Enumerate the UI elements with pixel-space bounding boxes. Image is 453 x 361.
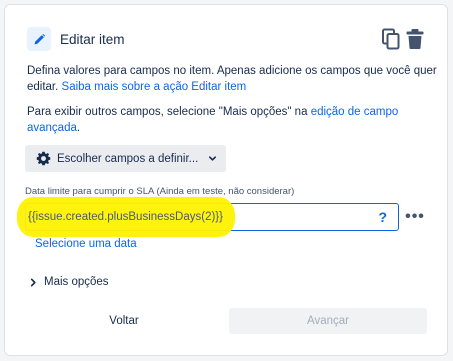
panel-title: Editar item	[60, 32, 125, 47]
pencil-icon	[27, 27, 51, 51]
choose-fields-button[interactable]: Escolher campos a definir...	[25, 145, 226, 172]
advanced-edit-suffix: .	[76, 122, 81, 134]
help-icon[interactable]: ?	[378, 209, 387, 225]
chevron-down-icon	[208, 154, 217, 163]
back-button[interactable]: Voltar	[25, 308, 223, 334]
copy-icon[interactable]	[381, 28, 401, 50]
sla-date-value: {{issue.created.plusBusinessDays(2)}}	[28, 211, 223, 223]
more-options-label: Mais opções	[44, 276, 109, 288]
more-actions-button[interactable]: •••	[404, 207, 426, 227]
advanced-edit-body: Para exibir outros campos, selecione "Ma…	[27, 106, 308, 118]
panel-header: Editar item	[27, 23, 429, 57]
advanced-edit-text: Para exibir outros campos, selecione "Ma…	[27, 104, 437, 136]
chevron-right-icon	[29, 278, 37, 287]
gear-icon	[36, 151, 51, 166]
learn-more-link[interactable]: Saiba mais sobre a ação Editar item	[62, 81, 247, 93]
edit-item-panel: Editar item Defina valores para campos n…	[4, 4, 448, 356]
choose-fields-label: Escolher campos a definir...	[57, 152, 199, 165]
trash-icon[interactable]	[405, 28, 425, 50]
sla-field-label: Data limite para cumprir o SLA (Ainda em…	[25, 186, 295, 197]
next-button[interactable]: Avançar	[229, 308, 427, 334]
sla-date-input[interactable]: {{issue.created.plusBusinessDays(2)}} ?	[17, 197, 399, 237]
more-options-toggle[interactable]: Mais opções	[29, 276, 109, 288]
more-icon: •••	[405, 208, 425, 225]
description-text: Defina valores para campos no item. Apen…	[27, 63, 437, 95]
select-date-link[interactable]: Selecione uma data	[35, 238, 137, 250]
